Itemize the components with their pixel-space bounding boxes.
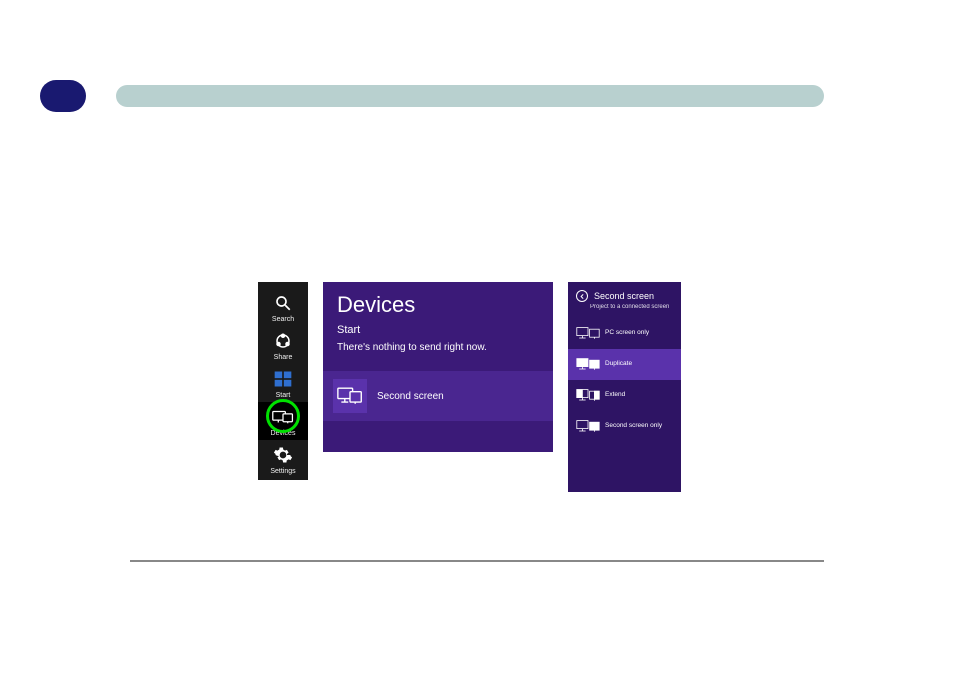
charm-share-label: Share <box>274 354 293 361</box>
ss-option-second-only-label: Second screen only <box>605 423 662 430</box>
pc-only-icon <box>576 326 598 341</box>
charms-bar: Search Share S <box>258 282 308 480</box>
charm-devices-label: Devices <box>271 430 296 437</box>
charm-start[interactable]: Start <box>258 364 308 402</box>
duplicate-icon <box>576 357 598 372</box>
charm-search[interactable]: Search <box>258 288 308 326</box>
ss-option-extend[interactable]: Extend <box>568 380 681 411</box>
devices-item-label: Second screen <box>377 391 444 402</box>
footer-divider <box>130 560 824 562</box>
charm-search-label: Search <box>272 316 294 323</box>
charm-settings-label: Settings <box>270 468 295 475</box>
devices-panel: Devices Start There's nothing to send ri… <box>323 282 553 452</box>
ss-option-extend-label: Extend <box>605 392 625 399</box>
charm-share[interactable]: Share <box>258 326 308 364</box>
header-title-bar <box>116 85 824 107</box>
share-icon <box>272 330 294 352</box>
page-header <box>40 80 824 112</box>
windows-start-icon <box>272 368 294 390</box>
gear-icon <box>272 444 294 466</box>
search-icon <box>272 292 294 314</box>
second-screen-title: Second screen <box>594 291 654 301</box>
ss-option-pc-only-label: PC screen only <box>605 330 649 337</box>
second-screen-panel: Second screen Project to a connected scr… <box>568 282 681 492</box>
second-screen-icon <box>333 379 367 413</box>
extend-icon <box>576 388 598 403</box>
second-screen-caption: Project to a connected screen <box>568 304 681 318</box>
devices-panel-message: There's nothing to send right now. <box>323 342 553 371</box>
header-badge <box>40 80 86 112</box>
ss-option-second-only[interactable]: Second screen only <box>568 411 681 442</box>
second-screen-header: Second screen <box>568 290 681 304</box>
screenshots-row: Search Share S <box>258 282 681 492</box>
back-icon[interactable] <box>576 290 588 302</box>
ss-option-pc-only[interactable]: PC screen only <box>568 318 681 349</box>
devices-panel-subtitle: Start <box>323 324 553 342</box>
ss-option-duplicate-label: Duplicate <box>605 361 632 368</box>
ss-option-duplicate[interactable]: Duplicate <box>568 349 681 380</box>
charm-devices[interactable]: Devices <box>258 402 308 440</box>
devices-icon <box>272 406 294 428</box>
charm-settings[interactable]: Settings <box>258 440 308 478</box>
second-only-icon <box>576 419 598 434</box>
charm-start-label: Start <box>276 392 291 399</box>
devices-panel-title: Devices <box>323 282 553 324</box>
devices-item-second-screen[interactable]: Second screen <box>323 371 553 421</box>
